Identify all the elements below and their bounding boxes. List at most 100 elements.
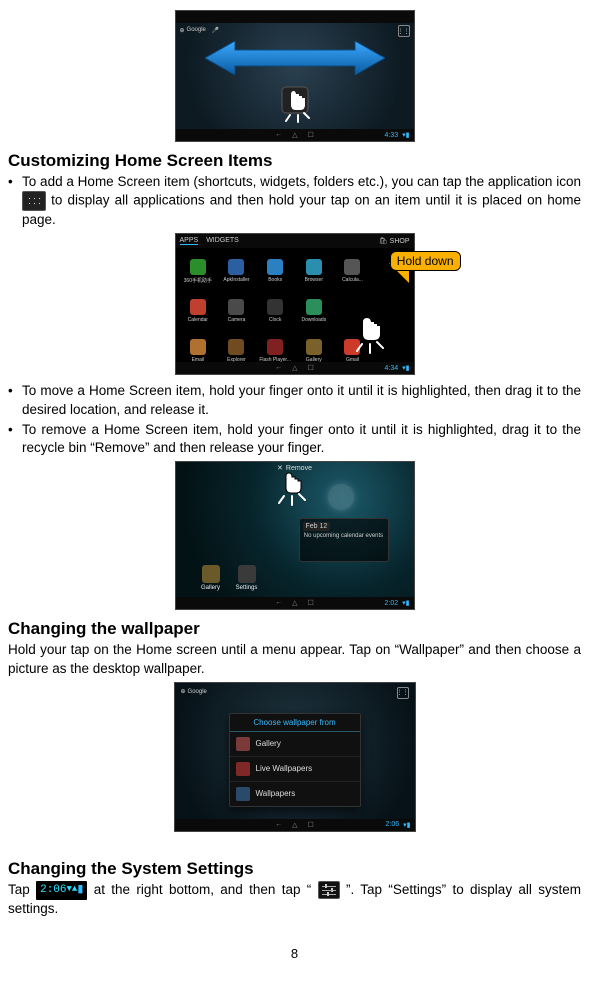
tab-apps: APPS <box>180 237 199 245</box>
heading-customizing: Customizing Home Screen Items <box>8 151 581 171</box>
wifi-icon: ▾▮ <box>402 599 409 607</box>
bullet-remove-item: To remove a Home Screen item, hold your … <box>8 421 581 457</box>
option-label: Gallery <box>256 739 281 748</box>
app-label: Clock <box>269 317 282 323</box>
battery-icon: ▮ <box>77 884 83 896</box>
tablet-topbar <box>176 11 414 23</box>
back-icon: ← <box>275 821 282 829</box>
settings-sliders-icon <box>318 881 340 899</box>
app-label: ApkInstaller <box>223 277 249 283</box>
app-cell: Books <box>257 252 294 290</box>
badge-symbols: ▼▲ <box>67 884 78 894</box>
apps-topbar: APPS WIDGETS 🛍 SHOP <box>176 234 414 248</box>
search-pill: ⊕ Google <box>181 687 241 697</box>
wifi-icon: ▾▮ <box>402 131 409 139</box>
app-icon <box>267 299 283 315</box>
tablet-navbar: ← △ ☐ 2:06 ▾▮ <box>175 819 415 831</box>
nav-icons: ← △ ☐ <box>275 821 314 829</box>
tablet-navbar: ← △ ☐ 2:02 ▾▮ <box>176 597 414 609</box>
app-icon <box>190 299 206 315</box>
tablet-remove: ✕ Remove Feb 12 No upcoming calendar eve… <box>175 461 415 610</box>
widget-date: Feb 12 <box>303 522 331 531</box>
wifi-icon: ▾▮ <box>403 821 410 829</box>
app-icon <box>306 259 322 275</box>
app-label: Calcula... <box>342 277 363 283</box>
settings-body-mid: at the right bottom, and then tap “ <box>94 882 312 897</box>
search-pill: ⊕ Google 🎤 <box>180 25 240 35</box>
home-icon: △ <box>292 364 297 372</box>
google-logo-icon: ⊕ <box>180 27 185 34</box>
clock-text: 2:06 <box>386 821 400 828</box>
calendar-widget: Feb 12 No upcoming calendar events <box>299 518 389 562</box>
recents-icon: ☐ <box>308 364 314 372</box>
app-icon <box>267 339 283 355</box>
heading-wallpaper: Changing the wallpaper <box>8 619 581 639</box>
callout-bubble: Hold down <box>390 251 461 271</box>
search-label: Google <box>188 689 207 695</box>
wallpaper-body: Hold your tap on the Home screen until a… <box>8 641 581 677</box>
sliders-glyph-icon <box>322 884 336 896</box>
folder-icon <box>328 484 354 510</box>
bullet-add-item: To add a Home Screen item (shortcuts, wi… <box>8 173 581 229</box>
app-label: 360手机助手 <box>184 277 212 284</box>
app-icon <box>267 259 283 275</box>
clock-text: 4:33 <box>385 132 399 139</box>
heading-settings: Changing the System Settings <box>8 859 581 879</box>
wallpaper-dialog: Choose wallpaper from GalleryLive Wallpa… <box>229 713 361 807</box>
settings-icon <box>238 565 256 583</box>
page-number: 8 <box>8 946 581 961</box>
dialog-title: Choose wallpaper from <box>230 714 360 732</box>
app-cell: ApkInstaller <box>218 252 255 290</box>
app-icon <box>306 299 322 315</box>
figure-apps-grid: APPS WIDGETS 🛍 SHOP 360手机助手 ApkInstaller B… <box>8 233 581 378</box>
clock-text: 4:34 <box>385 365 399 372</box>
home-icon: △ <box>292 599 297 607</box>
tab-widgets: WIDGETS <box>206 237 239 245</box>
shop-link: 🛍 SHOP <box>379 237 410 245</box>
settings-body: Tap 2:06▼▲▮ at the right bottom, and the… <box>8 881 581 918</box>
app-icon <box>344 259 360 275</box>
clock-text: 2:02 <box>385 600 399 607</box>
nav-icons: ← △ ☐ <box>275 364 314 372</box>
shop-label: SHOP <box>390 238 410 245</box>
tablet-navbar: ← △ ☐ 4:33 ▾▮ <box>176 129 414 141</box>
settings-body-pre: Tap <box>8 882 36 897</box>
desk-icon-settings: Settings <box>232 565 262 591</box>
app-cell: 360手机助手 <box>180 252 217 290</box>
hand-tap-icon <box>278 83 312 123</box>
recents-icon: ☐ <box>308 821 314 829</box>
figure-home-arrow: ⊕ Google 🎤 ⋮⋮ <box>8 10 581 145</box>
desk-icon-gallery: Gallery <box>196 565 226 591</box>
figure-wallpaper-dialog: ⊕ Google ⋮⋮ Choose wallpaper from Galler… <box>8 682 581 835</box>
nav-icons: ← △ ☐ <box>275 131 314 139</box>
mic-icon: 🎤 <box>212 27 219 34</box>
tablet-wallpaper-dialog: ⊕ Google ⋮⋮ Choose wallpaper from Galler… <box>174 682 416 832</box>
gallery-icon <box>202 565 220 583</box>
tablet-home-arrow: ⊕ Google 🎤 ⋮⋮ <box>175 10 415 142</box>
option-icon <box>236 787 250 801</box>
back-icon: ← <box>275 364 282 372</box>
callout-hold-down: Hold down <box>389 251 461 279</box>
app-cell: Clock <box>257 292 294 330</box>
app-cell: Calendar <box>180 292 217 330</box>
wallpaper-option: Wallpapers <box>230 781 360 806</box>
app-label: Downloads <box>301 317 326 323</box>
tablet-apps-grid: APPS WIDGETS 🛍 SHOP 360手机助手 ApkInstaller B… <box>175 233 415 375</box>
app-grid-icon <box>22 191 46 211</box>
back-icon: ← <box>275 131 282 139</box>
tablet-navbar: ← △ ☐ 4:34 ▾▮ <box>176 362 414 374</box>
desk-label: Settings <box>236 585 258 591</box>
recents-icon: ☐ <box>308 599 314 607</box>
option-icon <box>236 762 250 776</box>
app-icon <box>190 339 206 355</box>
status-time-badge: 2:06▼▲▮ <box>36 881 87 900</box>
shop-icon: 🛍 <box>379 238 388 245</box>
recents-icon: ☐ <box>308 131 314 139</box>
bullet-add-pre: To add a Home Screen item (shortcuts, wi… <box>22 174 581 189</box>
app-label: Browser <box>305 277 323 283</box>
apps-button-icon: ⋮⋮ <box>398 25 410 37</box>
double-arrow-icon <box>205 41 385 75</box>
app-cell: Browser <box>296 252 333 290</box>
bullet-move-item: To move a Home Screen item, hold your fi… <box>8 382 581 418</box>
app-icon <box>190 259 206 275</box>
